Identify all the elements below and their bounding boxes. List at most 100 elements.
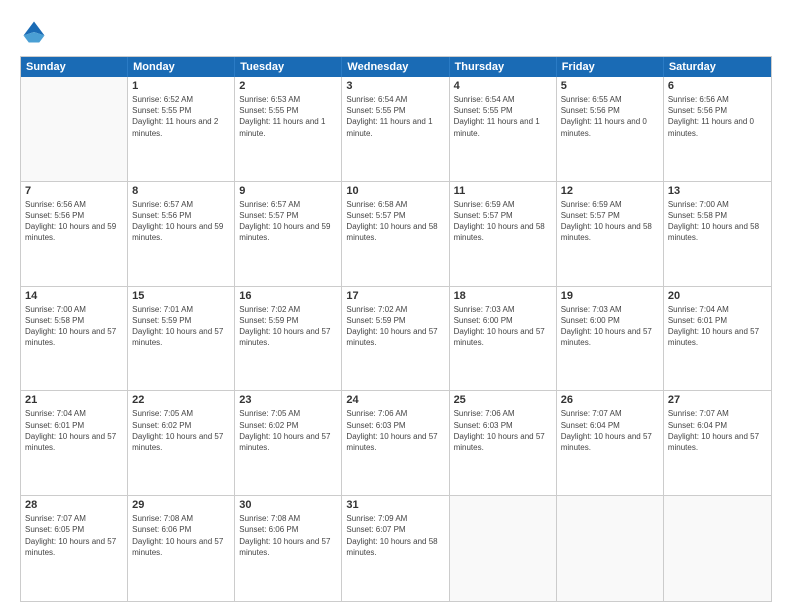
day-number: 25 bbox=[454, 394, 552, 406]
day-info: Sunrise: 6:52 AM Sunset: 5:55 PM Dayligh… bbox=[132, 94, 230, 139]
calendar-cell: 29 Sunrise: 7:08 AM Sunset: 6:06 PM Dayli… bbox=[128, 496, 235, 601]
day-info: Sunrise: 7:03 AM Sunset: 6:00 PM Dayligh… bbox=[561, 304, 659, 349]
day-info: Sunrise: 7:04 AM Sunset: 6:01 PM Dayligh… bbox=[668, 304, 767, 349]
day-number: 20 bbox=[668, 290, 767, 302]
day-info: Sunrise: 7:04 AM Sunset: 6:01 PM Dayligh… bbox=[25, 408, 123, 453]
weekday-header-saturday: Saturday bbox=[664, 57, 771, 77]
day-number: 11 bbox=[454, 185, 552, 197]
day-number: 6 bbox=[668, 80, 767, 92]
day-info: Sunrise: 6:56 AM Sunset: 5:56 PM Dayligh… bbox=[668, 94, 767, 139]
day-info: Sunrise: 6:54 AM Sunset: 5:55 PM Dayligh… bbox=[346, 94, 444, 139]
calendar-cell: 17Sunrise: 7:02 AM Sunset: 5:59 PM Dayli… bbox=[342, 287, 449, 391]
day-info: Sunrise: 7:05 AM Sunset: 6:02 PM Dayligh… bbox=[239, 408, 337, 453]
calendar-cell: 23 Sunrise: 7:05 AM Sunset: 6:02 PM Dayli… bbox=[235, 391, 342, 495]
calendar: SundayMondayTuesdayWednesdayThursdayFrid… bbox=[20, 56, 772, 602]
day-info: Sunrise: 6:57 AM Sunset: 5:56 PM Dayligh… bbox=[132, 199, 230, 244]
day-number: 10 bbox=[346, 185, 444, 197]
day-number: 30 bbox=[239, 499, 337, 511]
calendar-cell bbox=[664, 496, 771, 601]
day-info: Sunrise: 7:02 AM Sunset: 5:59 PM Dayligh… bbox=[346, 304, 444, 349]
calendar-row-3: 14 Sunrise: 7:00 AM Sunset: 5:58 PM Dayli… bbox=[21, 287, 771, 392]
day-info: Sunrise: 6:57 AM Sunset: 5:57 PM Dayligh… bbox=[239, 199, 337, 244]
calendar-row-5: 28 Sunrise: 7:07 AM Sunset: 6:05 PM Dayli… bbox=[21, 496, 771, 601]
day-info: Sunrise: 7:07 AM Sunset: 6:05 PM Dayligh… bbox=[25, 513, 123, 558]
day-info: Sunrise: 7:07 AM Sunset: 6:04 PM Dayligh… bbox=[668, 408, 767, 453]
day-info: Sunrise: 7:01 AM Sunset: 5:59 PM Dayligh… bbox=[132, 304, 230, 349]
calendar-cell: 20 Sunrise: 7:04 AM Sunset: 6:01 PM Dayli… bbox=[664, 287, 771, 391]
weekday-header-monday: Monday bbox=[128, 57, 235, 77]
day-number: 3 bbox=[346, 80, 444, 92]
day-number: 15 bbox=[132, 290, 230, 302]
calendar-row-2: 7 Sunrise: 6:56 AM Sunset: 5:56 PM Daylig… bbox=[21, 182, 771, 287]
day-number: 18 bbox=[454, 290, 552, 302]
day-info: Sunrise: 6:55 AM Sunset: 5:56 PM Dayligh… bbox=[561, 94, 659, 139]
weekday-header-tuesday: Tuesday bbox=[235, 57, 342, 77]
day-number: 31 bbox=[346, 499, 444, 511]
day-info: Sunrise: 6:53 AM Sunset: 5:55 PM Dayligh… bbox=[239, 94, 337, 139]
day-info: Sunrise: 7:06 AM Sunset: 6:03 PM Dayligh… bbox=[346, 408, 444, 453]
day-info: Sunrise: 6:59 AM Sunset: 5:57 PM Dayligh… bbox=[561, 199, 659, 244]
calendar-cell: 1 Sunrise: 6:52 AM Sunset: 5:55 PM Daylig… bbox=[128, 77, 235, 181]
calendar-cell: 21 Sunrise: 7:04 AM Sunset: 6:01 PM Dayli… bbox=[21, 391, 128, 495]
day-number: 21 bbox=[25, 394, 123, 406]
day-info: Sunrise: 7:00 AM Sunset: 5:58 PM Dayligh… bbox=[25, 304, 123, 349]
calendar-cell: 16 Sunrise: 7:02 AM Sunset: 5:59 PM Dayli… bbox=[235, 287, 342, 391]
calendar-cell: 12 Sunrise: 6:59 AM Sunset: 5:57 PM Dayli… bbox=[557, 182, 664, 286]
calendar-cell: 31 Sunrise: 7:09 AM Sunset: 6:07 PM Dayli… bbox=[342, 496, 449, 601]
calendar-cell: 7 Sunrise: 6:56 AM Sunset: 5:56 PM Daylig… bbox=[21, 182, 128, 286]
logo bbox=[20, 18, 52, 46]
calendar-cell: 27 Sunrise: 7:07 AM Sunset: 6:04 PM Dayli… bbox=[664, 391, 771, 495]
day-number: 22 bbox=[132, 394, 230, 406]
day-number: 23 bbox=[239, 394, 337, 406]
day-info: Sunrise: 6:56 AM Sunset: 5:56 PM Dayligh… bbox=[25, 199, 123, 244]
day-number: 7 bbox=[25, 185, 123, 197]
day-number: 13 bbox=[668, 185, 767, 197]
day-info: Sunrise: 7:08 AM Sunset: 6:06 PM Dayligh… bbox=[132, 513, 230, 558]
calendar-cell: 4 Sunrise: 6:54 AM Sunset: 5:55 PM Daylig… bbox=[450, 77, 557, 181]
calendar-cell: 22 Sunrise: 7:05 AM Sunset: 6:02 PM Dayli… bbox=[128, 391, 235, 495]
day-info: Sunrise: 6:58 AM Sunset: 5:57 PM Dayligh… bbox=[346, 199, 444, 244]
day-number: 4 bbox=[454, 80, 552, 92]
day-info: Sunrise: 7:07 AM Sunset: 6:04 PM Dayligh… bbox=[561, 408, 659, 453]
day-number: 12 bbox=[561, 185, 659, 197]
day-number: 1 bbox=[132, 80, 230, 92]
weekday-header-wednesday: Wednesday bbox=[342, 57, 449, 77]
day-info: Sunrise: 7:08 AM Sunset: 6:06 PM Dayligh… bbox=[239, 513, 337, 558]
calendar-cell bbox=[557, 496, 664, 601]
day-info: Sunrise: 7:06 AM Sunset: 6:03 PM Dayligh… bbox=[454, 408, 552, 453]
day-info: Sunrise: 6:54 AM Sunset: 5:55 PM Dayligh… bbox=[454, 94, 552, 139]
calendar-cell: 11Sunrise: 6:59 AM Sunset: 5:57 PM Dayli… bbox=[450, 182, 557, 286]
calendar-cell: 30 Sunrise: 7:08 AM Sunset: 6:06 PM Dayli… bbox=[235, 496, 342, 601]
day-number: 24 bbox=[346, 394, 444, 406]
calendar-cell bbox=[21, 77, 128, 181]
calendar-row-4: 21 Sunrise: 7:04 AM Sunset: 6:01 PM Dayli… bbox=[21, 391, 771, 496]
day-number: 5 bbox=[561, 80, 659, 92]
day-number: 26 bbox=[561, 394, 659, 406]
calendar-cell: 3 Sunrise: 6:54 AM Sunset: 5:55 PM Daylig… bbox=[342, 77, 449, 181]
day-number: 2 bbox=[239, 80, 337, 92]
day-number: 14 bbox=[25, 290, 123, 302]
day-info: Sunrise: 7:05 AM Sunset: 6:02 PM Dayligh… bbox=[132, 408, 230, 453]
calendar-cell: 18 Sunrise: 7:03 AM Sunset: 6:00 PM Dayli… bbox=[450, 287, 557, 391]
calendar-cell: 26 Sunrise: 7:07 AM Sunset: 6:04 PM Dayli… bbox=[557, 391, 664, 495]
day-number: 28 bbox=[25, 499, 123, 511]
header bbox=[20, 18, 772, 46]
day-number: 29 bbox=[132, 499, 230, 511]
day-number: 27 bbox=[668, 394, 767, 406]
day-info: Sunrise: 7:02 AM Sunset: 5:59 PM Dayligh… bbox=[239, 304, 337, 349]
calendar-cell: 10 Sunrise: 6:58 AM Sunset: 5:57 PM Dayli… bbox=[342, 182, 449, 286]
calendar-cell: 24 Sunrise: 7:06 AM Sunset: 6:03 PM Dayli… bbox=[342, 391, 449, 495]
calendar-cell: 19 Sunrise: 7:03 AM Sunset: 6:00 PM Dayli… bbox=[557, 287, 664, 391]
day-info: Sunrise: 7:03 AM Sunset: 6:00 PM Dayligh… bbox=[454, 304, 552, 349]
page: SundayMondayTuesdayWednesdayThursdayFrid… bbox=[0, 0, 792, 612]
day-number: 16 bbox=[239, 290, 337, 302]
calendar-cell: 5 Sunrise: 6:55 AM Sunset: 5:56 PM Daylig… bbox=[557, 77, 664, 181]
calendar-cell: 2 Sunrise: 6:53 AM Sunset: 5:55 PM Daylig… bbox=[235, 77, 342, 181]
day-number: 8 bbox=[132, 185, 230, 197]
weekday-header-sunday: Sunday bbox=[21, 57, 128, 77]
day-info: Sunrise: 7:00 AM Sunset: 5:58 PM Dayligh… bbox=[668, 199, 767, 244]
day-number: 9 bbox=[239, 185, 337, 197]
calendar-cell: 28 Sunrise: 7:07 AM Sunset: 6:05 PM Dayli… bbox=[21, 496, 128, 601]
day-info: Sunrise: 7:09 AM Sunset: 6:07 PM Dayligh… bbox=[346, 513, 444, 558]
day-number: 19 bbox=[561, 290, 659, 302]
